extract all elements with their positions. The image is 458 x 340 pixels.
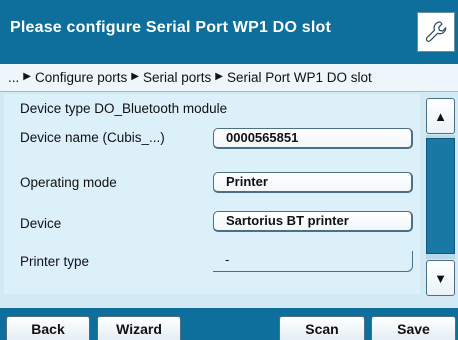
printer-type-label: Printer type bbox=[20, 254, 90, 269]
title-bar: Please configure Serial Port WP1 DO slot bbox=[0, 0, 458, 64]
page-title: Please configure Serial Port WP1 DO slot bbox=[10, 19, 331, 36]
save-button[interactable]: Save bbox=[371, 316, 456, 340]
scroll-down-button[interactable]: ▼ bbox=[426, 260, 455, 296]
device-label: Device bbox=[20, 216, 62, 231]
arrow-down-icon: ▼ bbox=[434, 270, 447, 286]
breadcrumb-arrow-icon: ▶ bbox=[215, 71, 223, 82]
operating-mode-field[interactable]: Printer bbox=[213, 172, 413, 193]
scrollbar-thumb[interactable] bbox=[426, 138, 455, 254]
wizard-button[interactable]: Wizard bbox=[97, 316, 181, 340]
operating-mode-label: Operating mode bbox=[20, 175, 117, 190]
breadcrumb-arrow-icon: ▶ bbox=[131, 71, 139, 82]
device-name-field[interactable]: 0000565851 bbox=[213, 128, 413, 149]
device-type-label: Device type DO_Bluetooth module bbox=[20, 101, 228, 116]
arrow-up-icon: ▲ bbox=[434, 108, 447, 124]
scan-button[interactable]: Scan bbox=[279, 316, 365, 340]
breadcrumb-item-configure-ports[interactable]: Configure ports bbox=[35, 70, 127, 85]
back-button[interactable]: Back bbox=[6, 316, 90, 340]
device-field[interactable]: Sartorius BT printer bbox=[213, 211, 413, 232]
breadcrumb: ... ▶ Configure ports ▶ Serial ports ▶ S… bbox=[0, 64, 458, 92]
breadcrumb-ellipsis: ... bbox=[8, 70, 20, 85]
wrench-icon bbox=[425, 21, 447, 42]
settings-button[interactable] bbox=[417, 12, 455, 52]
screen: Please configure Serial Port WP1 DO slot… bbox=[0, 0, 458, 340]
scrollbar-track[interactable] bbox=[426, 135, 455, 259]
printer-type-field[interactable]: - bbox=[213, 251, 413, 272]
device-name-label: Device name (Cubis_...) bbox=[20, 130, 165, 145]
breadcrumb-arrow-icon: ▶ bbox=[23, 71, 31, 82]
scroll-up-button[interactable]: ▲ bbox=[426, 98, 455, 134]
breadcrumb-item-current: Serial Port WP1 DO slot bbox=[226, 70, 372, 85]
breadcrumb-item-serial-ports[interactable]: Serial ports bbox=[143, 70, 211, 85]
